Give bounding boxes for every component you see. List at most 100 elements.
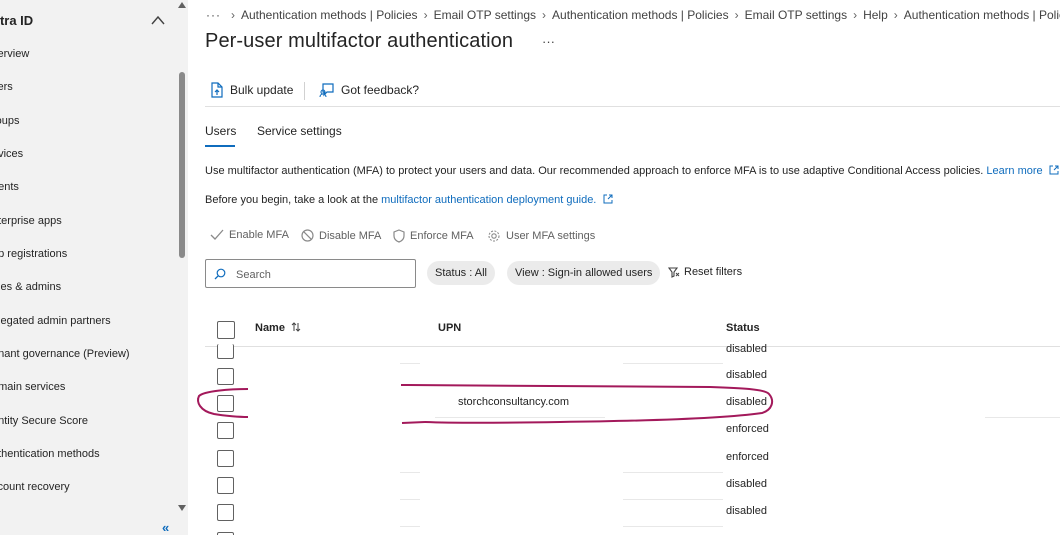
row-divider: [985, 417, 1060, 418]
cell-status: disabled: [726, 369, 767, 381]
bulk-update-label: Bulk update: [230, 83, 294, 97]
scroll-down-arrow-icon[interactable]: [178, 505, 186, 511]
tab-users[interactable]: Users: [205, 124, 236, 138]
table-row[interactable]: [205, 526, 1060, 535]
user-mfa-settings-button[interactable]: User MFA settings: [487, 229, 595, 243]
sidebar-item-users[interactable]: sers: [0, 76, 172, 98]
breadcrumb-item[interactable]: Authentication methods | Policies: [904, 8, 1060, 22]
disable-mfa-button[interactable]: Disable MFA: [301, 229, 381, 242]
cell-status: enforced: [726, 451, 769, 463]
cell-upn: storchconsultancy.com: [458, 396, 570, 408]
sidebar-item-app-registrations[interactable]: pp registrations: [0, 243, 172, 265]
scroll-up-arrow-icon[interactable]: [178, 2, 186, 8]
tab-service-settings[interactable]: Service settings: [257, 124, 342, 138]
sidebar-item-tenant-governance[interactable]: enant governance (Preview): [0, 343, 172, 365]
row-checkbox[interactable]: [217, 344, 234, 359]
breadcrumb-item[interactable]: Email OTP settings: [745, 8, 847, 22]
view-filter-pill[interactable]: View : Sign-in allowed users: [507, 261, 661, 285]
breadcrumb-separator: ›: [231, 8, 235, 22]
breadcrumb-item[interactable]: Authentication methods | Policies: [552, 8, 729, 22]
search-box[interactable]: [205, 259, 416, 288]
tab-selected-indicator: [205, 145, 235, 147]
breadcrumb-item[interactable]: Help: [863, 8, 888, 22]
table-row[interactable]: storchconsultancy.com disabled: [205, 389, 1060, 416]
row-checkbox[interactable]: [217, 395, 234, 412]
bulk-update-button[interactable]: Bulk update: [210, 82, 293, 98]
cell-status: disabled: [726, 505, 767, 517]
column-header-name-label: Name: [255, 322, 285, 334]
sidebar-item-overview[interactable]: verview: [0, 43, 172, 65]
sidebar-item-agents[interactable]: gents: [0, 176, 172, 198]
table-row[interactable]: disabled: [205, 362, 1060, 389]
sidebar-item-groups[interactable]: roups: [0, 110, 172, 132]
document-upload-icon: [211, 82, 223, 98]
sidebar-item-account-recovery[interactable]: ccount recovery: [0, 476, 172, 498]
cell-status: enforced: [726, 423, 769, 435]
table-row[interactable]: disabled: [205, 471, 1060, 498]
learn-more-link[interactable]: Learn more: [986, 165, 1059, 177]
enforce-mfa-label: Enforce MFA: [410, 230, 474, 242]
sidebar-title: ntra ID: [0, 13, 34, 28]
toolbar-divider: [304, 82, 305, 100]
search-input[interactable]: [234, 266, 408, 284]
prohibited-icon: [301, 229, 314, 242]
row-divider: [400, 363, 420, 364]
cell-status: disabled: [726, 478, 767, 490]
enable-mfa-button[interactable]: Enable MFA: [210, 229, 289, 241]
breadcrumb-separator: ›: [893, 8, 898, 22]
breadcrumb-more[interactable]: ···: [206, 8, 221, 22]
sidebar-item-domain-services[interactable]: omain services: [0, 376, 172, 398]
breadcrumb-item[interactable]: Authentication methods | Policies: [241, 8, 418, 22]
row-checkbox[interactable]: [217, 477, 234, 494]
sidebar-item-authentication-methods[interactable]: uthentication methods: [0, 443, 172, 465]
external-link-icon: [603, 194, 613, 204]
sidebar-header[interactable]: ntra ID: [0, 8, 176, 34]
main-content: ··· › Authentication methods | Policies › Em…: [188, 0, 1060, 535]
table-row[interactable]: disabled: [205, 498, 1060, 525]
shield-icon: [393, 229, 405, 243]
sidebar-scrollbar[interactable]: [176, 0, 188, 535]
chevron-up-icon[interactable]: [150, 14, 166, 26]
row-divider: [623, 526, 723, 527]
user-mfa-settings-label: User MFA settings: [506, 230, 596, 242]
row-divider: [623, 499, 723, 500]
row-divider: [623, 472, 723, 473]
reset-filters-label: Reset filters: [684, 266, 743, 278]
status-filter-pill[interactable]: Status : All: [427, 261, 495, 285]
column-header-name[interactable]: Name: [255, 322, 301, 334]
row-checkbox[interactable]: [217, 504, 234, 521]
column-header-status[interactable]: Status: [726, 322, 760, 334]
deployment-guide-line: Before you begin, take a look at the mul…: [205, 194, 613, 206]
sidebar-item-roles-admins[interactable]: oles & admins: [0, 276, 172, 298]
checkmark-icon: [210, 229, 224, 240]
table-row[interactable]: enforced: [205, 444, 1060, 471]
more-options-icon[interactable]: ···: [542, 34, 555, 49]
scrollbar-thumb[interactable]: [179, 72, 185, 258]
sidebar-item-enterprise-apps[interactable]: nterprise apps: [0, 210, 172, 232]
sort-icon[interactable]: [291, 322, 301, 332]
external-link-icon: [1049, 165, 1059, 175]
breadcrumb-item[interactable]: Email OTP settings: [434, 8, 536, 22]
row-checkbox[interactable]: [217, 368, 234, 385]
enable-mfa-label: Enable MFA: [229, 229, 289, 241]
row-checkbox[interactable]: [217, 422, 234, 439]
breadcrumb-separator: ›: [734, 8, 739, 22]
column-header-upn[interactable]: UPN: [438, 322, 461, 334]
table-row[interactable]: enforced: [205, 416, 1060, 443]
reset-filters-button[interactable]: Reset filters: [668, 266, 742, 278]
sidebar-item-delegated-admin-partners[interactable]: elegated admin partners: [0, 310, 172, 332]
sidebar-item-devices[interactable]: evices: [0, 143, 172, 165]
row-divider: [400, 526, 420, 527]
enforce-mfa-button[interactable]: Enforce MFA: [393, 229, 474, 243]
page-title: Per-user multifactor authentication: [205, 30, 514, 52]
cell-status: disabled: [726, 396, 767, 408]
row-checkbox[interactable]: [217, 450, 234, 467]
select-all-checkbox[interactable]: [217, 321, 235, 339]
breadcrumb: ··· › Authentication methods | Policies › Em…: [206, 8, 1060, 24]
sidebar: ntra ID verview sers roups evices gents …: [0, 0, 176, 535]
collapse-sidebar-icon[interactable]: «: [162, 520, 169, 535]
got-feedback-button[interactable]: Got feedback?: [319, 82, 419, 98]
row-divider: [400, 472, 420, 473]
sidebar-item-identity-secure-score[interactable]: entity Secure Score: [0, 410, 172, 432]
deployment-guide-link[interactable]: multifactor authentication deployment gu…: [381, 194, 613, 206]
